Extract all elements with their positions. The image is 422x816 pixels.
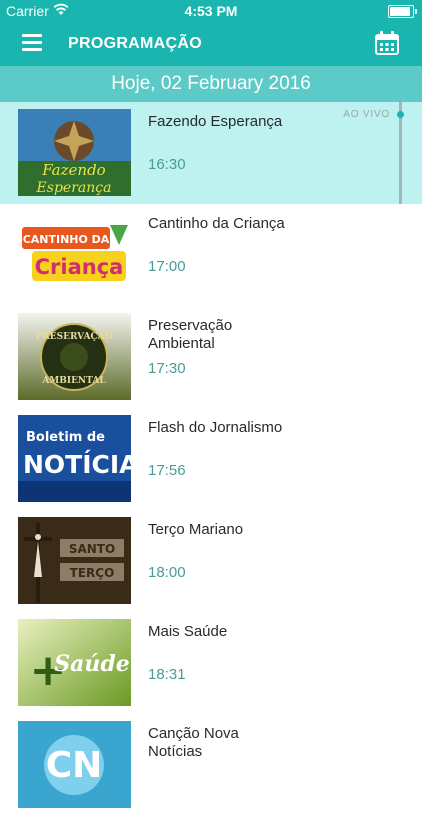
page-title: PROGRAMAÇÃO bbox=[68, 35, 202, 52]
program-row[interactable]: CANTINHO DA Criança Cantinho da Criança … bbox=[0, 204, 422, 306]
hamburger-menu-icon bbox=[22, 34, 42, 37]
svg-text:CANTINHO DA: CANTINHO DA bbox=[23, 233, 110, 246]
program-thumbnail: CN bbox=[18, 721, 131, 808]
program-title: Terço Mariano bbox=[148, 521, 244, 538]
svg-text:Criança: Criança bbox=[35, 255, 124, 279]
program-time: 18:00 bbox=[148, 564, 186, 581]
status-bar: Carrier 4:53 PM bbox=[0, 0, 422, 22]
program-thumbnail: CANTINHO DA Criança bbox=[18, 211, 131, 298]
program-time: 16:30 bbox=[148, 156, 186, 173]
program-thumbnail: Boletim de NOTÍCIAS bbox=[18, 415, 131, 502]
program-row[interactable]: Boletim de NOTÍCIAS Flash do Jornalismo … bbox=[0, 408, 422, 510]
svg-text:Boletim de: Boletim de bbox=[26, 430, 105, 445]
program-row[interactable]: PRESERVAÇÃO AMBIENTAL Preservação Ambien… bbox=[0, 306, 422, 408]
program-title: Fazendo Esperança bbox=[148, 113, 283, 130]
live-label: AO VIVO bbox=[343, 109, 390, 120]
program-title: Mais Saúde bbox=[148, 623, 228, 640]
program-row[interactable]: Fazendo Esperança Fazendo Esperança 16:3… bbox=[0, 102, 422, 204]
svg-text:CN: CN bbox=[46, 745, 103, 786]
navigation-bar: PROGRAMAÇÃO bbox=[0, 22, 422, 66]
program-row[interactable]: + Saúde Mais Saúde 18:31 bbox=[0, 612, 422, 714]
program-thumbnail: SANTO TERÇO bbox=[18, 517, 131, 604]
program-time: 17:00 bbox=[148, 258, 186, 275]
program-title: Preservação Ambiental bbox=[148, 317, 233, 352]
program-thumbnail: Fazendo Esperança bbox=[18, 109, 131, 196]
clock: 4:53 PM bbox=[184, 3, 238, 19]
program-title: Flash do Jornalismo bbox=[148, 419, 283, 436]
program-time: 18:31 bbox=[148, 666, 186, 683]
date-header: Hoje, 02 February 2016 bbox=[0, 66, 422, 102]
svg-text:PRESERVAÇÃO: PRESERVAÇÃO bbox=[36, 330, 113, 342]
program-time: 17:56 bbox=[148, 462, 186, 479]
calendar-icon bbox=[375, 31, 399, 55]
program-title: Cantinho da Criança bbox=[148, 215, 285, 232]
program-row[interactable]: SANTO TERÇO Terço Mariano 18:00 bbox=[0, 510, 422, 612]
program-thumbnail: PRESERVAÇÃO AMBIENTAL bbox=[18, 313, 131, 400]
menu-button[interactable] bbox=[22, 34, 42, 51]
svg-text:SANTO: SANTO bbox=[69, 542, 115, 556]
program-row[interactable]: CN Canção Nova Notícias bbox=[0, 714, 422, 816]
svg-text:Saúde: Saúde bbox=[54, 651, 130, 677]
program-title: Canção Nova Notícias bbox=[148, 725, 239, 760]
program-time: 17:30 bbox=[148, 360, 186, 377]
live-indicator-dot bbox=[397, 111, 404, 118]
svg-text:TERÇO: TERÇO bbox=[70, 566, 115, 580]
program-thumbnail: + Saúde bbox=[18, 619, 131, 706]
program-list: Fazendo Esperança Fazendo Esperança 16:3… bbox=[0, 102, 422, 816]
svg-text:NOTÍCIAS: NOTÍCIAS bbox=[23, 450, 131, 479]
svg-text:Fazendo: Fazendo bbox=[41, 161, 105, 179]
svg-text:Esperança: Esperança bbox=[36, 180, 112, 196]
calendar-button[interactable] bbox=[374, 30, 400, 56]
svg-text:AMBIENTAL: AMBIENTAL bbox=[41, 376, 106, 386]
battery-icon bbox=[388, 5, 417, 18]
